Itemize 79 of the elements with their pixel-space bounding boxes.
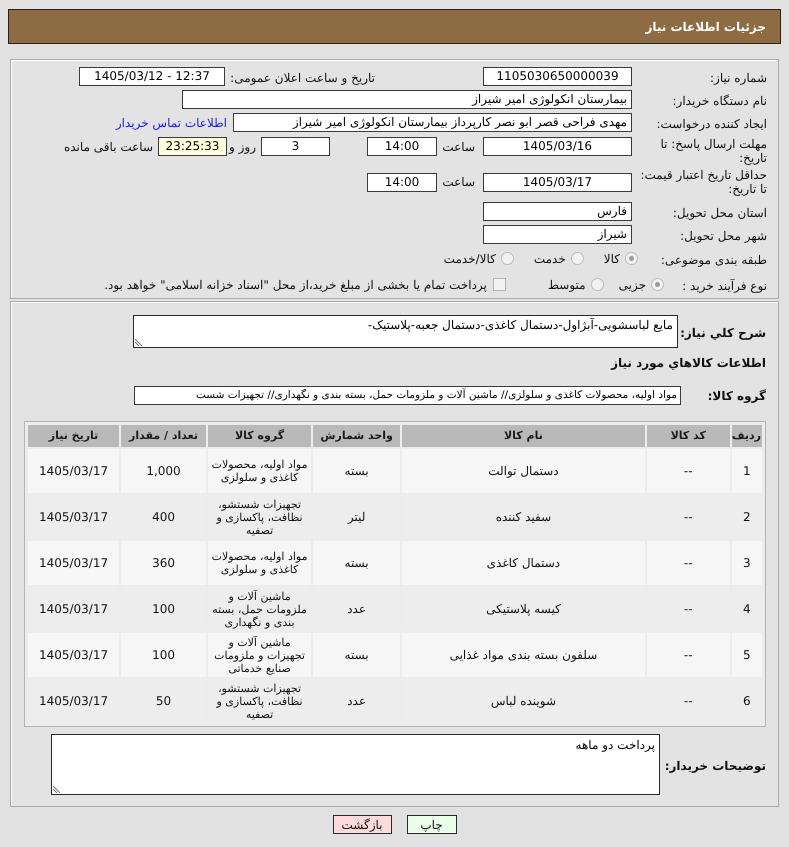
announcement-date-field[interactable]: 1405/03/12 - 12:37 xyxy=(79,67,225,86)
radio-button[interactable] xyxy=(500,252,514,265)
table-cell: -- xyxy=(646,449,730,493)
field-label: نوع فرآیند خرید : xyxy=(682,278,767,292)
section-heading: اطلاعات کالاهاي مورد نياز xyxy=(611,355,766,372)
description-textarea[interactable]: مایع لباسشویی-آبژاول-دستمال کاغذی-دستمال جعبه-پلاستیک- xyxy=(133,315,678,348)
field-label: ساعت xyxy=(442,175,475,189)
city-field[interactable]: شیراز xyxy=(483,225,632,244)
table-cell: دستمال توالت xyxy=(402,449,645,493)
field-label: حداقل تاریخ اعتبار قیمت: تا تاریخ: xyxy=(639,168,767,196)
table-cell: دستمال کاغذی xyxy=(402,541,645,585)
column-header: واحد شمارش xyxy=(313,425,400,447)
table-cell: بسته xyxy=(313,449,400,493)
table-cell: 3 xyxy=(732,541,762,585)
remaining-time-field[interactable]: 23:25:33 xyxy=(158,137,227,156)
table-cell: ماشین آلات و تجهیزات و ملزومات صنایع خدماتی xyxy=(208,633,312,677)
table-cell: 100 xyxy=(121,633,206,677)
radio-button[interactable] xyxy=(625,252,638,265)
table-cell: 1405/03/17 xyxy=(28,449,120,493)
goods-group-field[interactable]: مواد اولیه، محصولات کاغذی و سلولزی// ماشین آلات و ملزومات حمل، بسته بندی و نگهداری// تجهیزات شست xyxy=(134,386,681,404)
field-label: ایجاد کننده درخواست: xyxy=(656,116,767,130)
print-button[interactable]: چاپ xyxy=(406,815,456,834)
table-cell: 1,000 xyxy=(121,449,206,493)
radio-label: متوسط xyxy=(548,278,586,292)
field-label: شرح کلي نياز: xyxy=(680,326,766,340)
radio-label: جزیی xyxy=(618,278,646,292)
table-cell: سلفون بسته بندی مواد غذایی xyxy=(402,633,645,677)
checkbox[interactable] xyxy=(492,278,506,291)
field-label: استان محل تحویل: xyxy=(672,206,767,220)
radio-button[interactable] xyxy=(590,278,604,291)
field-label: شماره نیاز: xyxy=(710,70,767,84)
back-button[interactable]: بازگشت xyxy=(332,815,392,834)
field-label: طبقه بندی موضوعی: xyxy=(660,252,767,266)
table-cell: بسته xyxy=(313,633,400,677)
column-header: ردیف xyxy=(732,425,762,447)
table-cell: بسته xyxy=(313,541,400,585)
table-cell: -- xyxy=(646,541,730,585)
page-title: جزئیات اطلاعات نیاز xyxy=(645,18,766,36)
radio-button[interactable] xyxy=(651,278,664,291)
column-header: گروه کالا xyxy=(208,425,312,447)
resize-grip-icon xyxy=(135,339,143,346)
checkbox-label: پرداخت تمام یا بخشی از مبلغ خرید،از محل "اسناد خزانه اسلامی" خواهد بود. xyxy=(104,278,487,292)
validity-date-field[interactable]: 1405/03/17 xyxy=(483,172,632,192)
radio-label: خدمت xyxy=(534,252,566,266)
field-label: نام دستگاه خریدار: xyxy=(672,94,767,108)
column-header: نام کالا xyxy=(402,425,645,447)
requester-field[interactable]: مهدی فراحی قصر ابو نصر کارپرداز بیمارستان انکولوژی امیر شیراز xyxy=(233,113,632,132)
column-header: کد کالا xyxy=(646,425,730,447)
deadline-date-field[interactable]: 1405/03/16 xyxy=(483,137,632,156)
buyer-name-field[interactable]: بیمارستان انکولوژی امیر شیراز xyxy=(182,90,632,109)
column-header: تاریخ نیاز xyxy=(28,425,120,447)
field-label: گروه کالا: xyxy=(708,389,766,403)
table-cell: 1 xyxy=(732,449,762,493)
table-cell: -- xyxy=(646,633,730,677)
radio-label: کالا xyxy=(604,252,620,266)
radio-button[interactable] xyxy=(570,252,584,265)
field-label: توضیحات خریدار: xyxy=(664,758,766,772)
radio-label: کالا/خدمت xyxy=(444,252,496,266)
contact-link[interactable]: اطلاعات تماس خریدار xyxy=(116,116,227,130)
field-label: روز و xyxy=(229,140,256,154)
table-cell: مواد اولیه، محصولات کاغذی و سلولزی xyxy=(208,541,312,585)
province-field[interactable]: فارس xyxy=(483,202,632,221)
validity-time-field[interactable]: 14:00 xyxy=(367,172,437,192)
resize-grip-icon xyxy=(53,786,61,793)
buyer-notes-textarea[interactable]: پرداخت دو ماهه xyxy=(51,734,660,795)
table-cell: 1405/03/17 xyxy=(28,633,120,677)
field-label: شهر محل تحویل: xyxy=(680,228,767,242)
field-label: ساعت باقی مانده xyxy=(64,140,153,154)
deadline-time-field[interactable]: 14:00 xyxy=(367,137,437,156)
table-cell: 5 xyxy=(732,633,762,677)
field-label: مهلت ارسال پاسخ: تا تاریخ: xyxy=(659,137,767,165)
field-label: تاریخ و ساعت اعلان عمومی: xyxy=(230,70,375,84)
table-cell: مواد اولیه، محصولات کاغذی و سلولزی xyxy=(208,449,312,493)
table-cell: 360 xyxy=(121,541,206,585)
need-number-field[interactable]: 1105030650000039 xyxy=(483,67,632,86)
column-header: تعداد / مقدار xyxy=(121,425,206,447)
field-label: ساعت xyxy=(442,140,475,154)
days-field[interactable]: 3 xyxy=(261,137,330,156)
table-cell: 1405/03/17 xyxy=(28,541,120,585)
